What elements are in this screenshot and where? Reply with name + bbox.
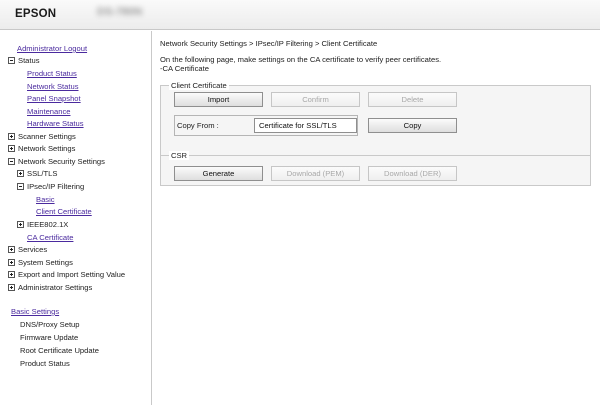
- csr-legend: CSR: [169, 151, 190, 160]
- sidebar-item-client-certificate[interactable]: Client Certificate: [36, 207, 92, 217]
- sidebar-item-export-import[interactable]: Export and Import Setting Value: [8, 270, 125, 280]
- sidebar-item-firmware-update[interactable]: Firmware Update: [20, 333, 78, 343]
- administrator-logout-link[interactable]: Administrator Logout: [17, 44, 87, 54]
- intro-line-2: -CA Certificate: [160, 64, 209, 73]
- header-bar: EPSON DS-780N: [0, 0, 600, 30]
- expand-icon[interactable]: [17, 221, 24, 228]
- sidebar-item-ieee8021x-label: IEEE802.1X: [27, 220, 69, 229]
- sidebar-item-root-certificate-update[interactable]: Root Certificate Update: [20, 346, 99, 356]
- sidebar-item-ssl-tls[interactable]: SSL/TLS: [17, 169, 57, 179]
- sidebar-item-services-label: Services: [18, 245, 48, 254]
- csr-group: CSR Generate Download (PEM) Download (DE…: [160, 151, 591, 186]
- generate-button[interactable]: Generate: [174, 166, 263, 181]
- sidebar-item-network-settings[interactable]: Network Settings: [8, 144, 75, 154]
- download-der-button[interactable]: Download (DER): [368, 166, 457, 181]
- breadcrumb: Network Security Settings > IPsec/IP Fil…: [160, 39, 378, 48]
- epson-logo: EPSON: [15, 8, 57, 20]
- expand-icon[interactable]: [8, 284, 15, 291]
- sidebar-item-basic[interactable]: Basic: [36, 195, 55, 205]
- sidebar-item-product-status-basic[interactable]: Product Status: [20, 359, 70, 369]
- collapse-icon[interactable]: [8, 57, 15, 64]
- sidebar-item-ca-certificate[interactable]: CA Certificate: [27, 233, 73, 243]
- confirm-button[interactable]: Confirm: [271, 92, 360, 107]
- sidebar-item-status[interactable]: Status: [8, 56, 40, 66]
- sidebar-item-administrator-settings-label: Administrator Settings: [18, 283, 93, 292]
- model-name: DS-780N: [97, 6, 143, 18]
- sidebar-item-ieee8021x[interactable]: IEEE802.1X: [17, 220, 68, 230]
- basic-settings-link[interactable]: Basic Settings: [11, 307, 59, 317]
- intro-text: On the following page, make settings on …: [160, 55, 441, 73]
- sidebar-item-network-security-settings-label: Network Security Settings: [18, 157, 105, 166]
- sidebar-item-network-settings-label: Network Settings: [18, 144, 76, 153]
- sidebar-item-ssl-tls-label: SSL/TLS: [27, 169, 58, 178]
- import-button[interactable]: Import: [174, 92, 263, 107]
- delete-button[interactable]: Delete: [368, 92, 457, 107]
- expand-icon[interactable]: [8, 246, 15, 253]
- sidebar-item-system-settings-label: System Settings: [18, 258, 73, 267]
- expand-icon[interactable]: [17, 170, 24, 177]
- sidebar-item-hardware-status[interactable]: Hardware Status: [27, 119, 84, 129]
- sidebar-item-maintenance[interactable]: Maintenance: [27, 107, 70, 117]
- sidebar-item-administrator-settings[interactable]: Administrator Settings: [8, 283, 92, 293]
- collapse-icon[interactable]: [8, 158, 15, 165]
- main-content: Network Security Settings > IPsec/IP Fil…: [153, 31, 600, 405]
- copy-from-select[interactable]: Certificate for SSL/TLS: [254, 118, 357, 133]
- copy-button[interactable]: Copy: [368, 118, 457, 133]
- sidebar-item-network-security-settings[interactable]: Network Security Settings: [8, 157, 105, 167]
- sidebar: Administrator Logout Status Product Stat…: [0, 31, 152, 405]
- expand-icon[interactable]: [8, 145, 15, 152]
- expand-icon[interactable]: [8, 271, 15, 278]
- expand-icon[interactable]: [8, 259, 15, 266]
- copy-from-label: Copy From :: [177, 121, 219, 130]
- download-pem-button[interactable]: Download (PEM): [271, 166, 360, 181]
- sidebar-item-ipsec-ip-filtering[interactable]: IPsec/IP Filtering: [17, 182, 84, 192]
- expand-icon[interactable]: [8, 133, 15, 140]
- sidebar-item-product-status[interactable]: Product Status: [27, 69, 77, 79]
- sidebar-item-panel-snapshot[interactable]: Panel Snapshot: [27, 94, 81, 104]
- collapse-icon[interactable]: [17, 183, 24, 190]
- sidebar-item-system-settings[interactable]: System Settings: [8, 258, 73, 268]
- sidebar-item-dns-proxy-setup[interactable]: DNS/Proxy Setup: [20, 320, 80, 330]
- copy-from-frame: Copy From : Certificate for SSL/TLS: [174, 115, 358, 136]
- sidebar-item-scanner-settings-label: Scanner Settings: [18, 132, 76, 141]
- sidebar-item-network-status[interactable]: Network Status: [27, 82, 79, 92]
- sidebar-item-status-label: Status: [18, 56, 40, 65]
- sidebar-item-export-import-label: Export and Import Setting Value: [18, 270, 126, 279]
- sidebar-item-ipsec-ip-filtering-label: IPsec/IP Filtering: [27, 182, 85, 191]
- sidebar-item-scanner-settings[interactable]: Scanner Settings: [8, 132, 76, 142]
- intro-line-1: On the following page, make settings on …: [160, 55, 442, 64]
- sidebar-item-services[interactable]: Services: [8, 245, 47, 255]
- client-certificate-legend: Client Certificate: [169, 81, 229, 90]
